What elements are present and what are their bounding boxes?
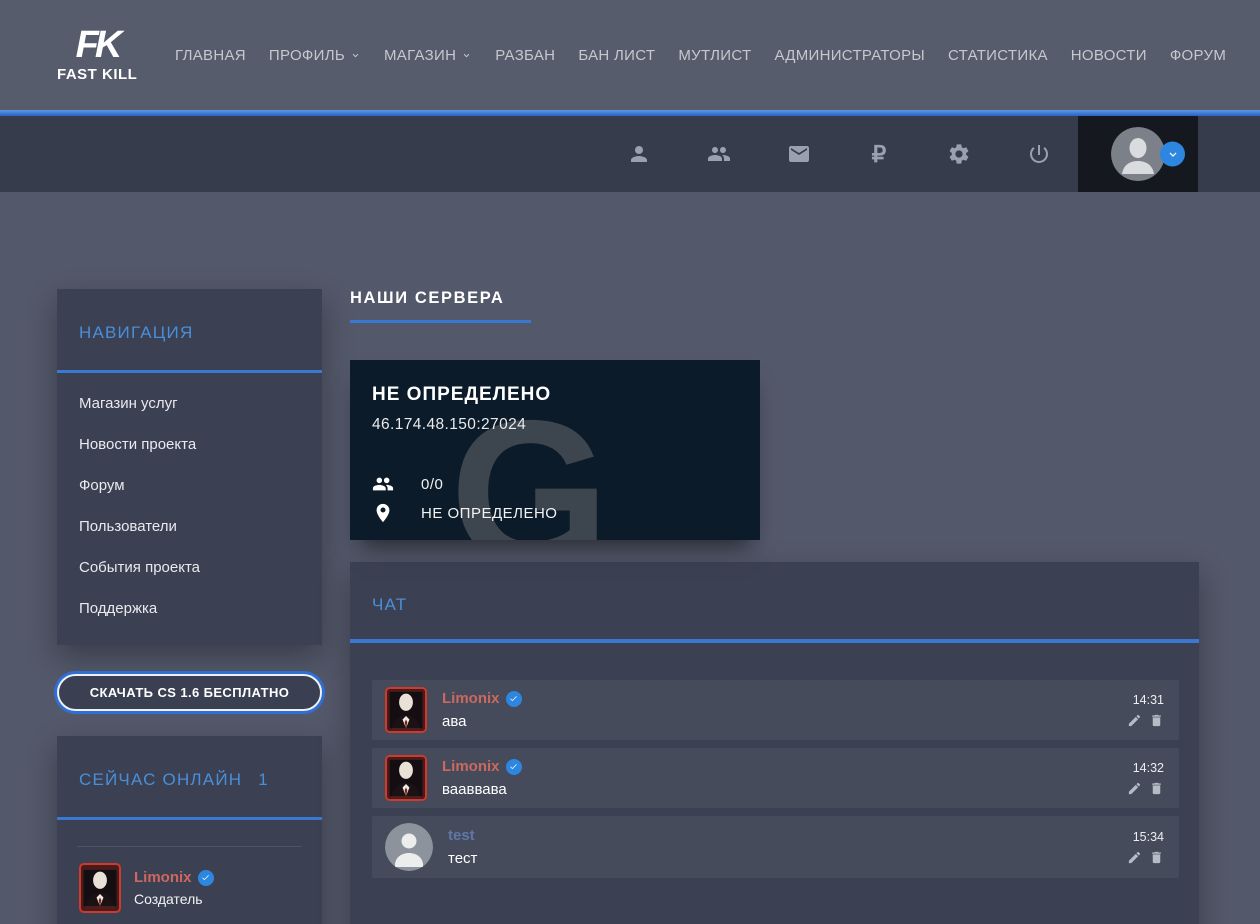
chat-title: ЧАТ: [372, 595, 1179, 615]
sidebar-item-forum[interactable]: Форум: [57, 465, 322, 506]
nav-item-forum[interactable]: ФОРУМ: [1170, 47, 1226, 64]
logo-title: FAST KILL: [57, 66, 137, 83]
message-author[interactable]: test: [448, 827, 475, 844]
map-pin-icon: [372, 502, 394, 524]
verified-badge-icon: [506, 691, 522, 707]
nav-item-unban[interactable]: РАЗБАН: [495, 47, 555, 64]
nav-item-mutelist[interactable]: МУТЛИСТ: [678, 47, 751, 64]
sidebar-item-support[interactable]: Поддержка: [57, 588, 322, 629]
chat-message-row: Limonix вааввава 14:32: [372, 748, 1179, 808]
verified-badge-icon: [506, 759, 522, 775]
main-column: НАШИ СЕРВЕРА G НЕ ОПРЕДЕЛЕНО 46.174.48.1…: [350, 289, 1199, 924]
message-author[interactable]: Limonix: [442, 758, 500, 775]
nav-item-home[interactable]: ГЛАВНАЯ: [175, 47, 246, 64]
players-group-icon: [372, 473, 394, 495]
sidebar-item-users[interactable]: Пользователи: [57, 506, 322, 547]
site-logo[interactable]: FK FAST KILL: [57, 27, 137, 82]
user-toolbar: ₽: [0, 116, 1260, 192]
online-count: 1: [258, 770, 269, 790]
message-time: 14:32: [1127, 761, 1164, 775]
navigation-panel-title: НАВИГАЦИЯ: [79, 323, 300, 343]
messages-icon[interactable]: [787, 142, 811, 166]
message-time: 14:31: [1127, 693, 1164, 707]
account-avatar-button[interactable]: [1078, 116, 1198, 192]
sidebar-item-shop[interactable]: Магазин услуг: [57, 383, 322, 424]
balance-ruble-icon[interactable]: ₽: [867, 142, 891, 166]
top-navigation-bar: FK FAST KILL ГЛАВНАЯ ПРОФИЛЬ МАГАЗИН РАЗ…: [0, 0, 1260, 110]
server-address: 46.174.48.150:27024: [372, 416, 738, 434]
chat-message-list: Limonix ава 14:31: [350, 643, 1199, 878]
settings-gear-icon[interactable]: [947, 142, 971, 166]
online-panel: СЕЙЧАС ОНЛАЙН 1 Limonix Создат: [57, 736, 322, 924]
chat-panel: ЧАТ Limonix ава 14:31: [350, 562, 1199, 924]
nav-item-shop[interactable]: МАГАЗИН: [384, 47, 472, 64]
profile-icon[interactable]: [627, 142, 651, 166]
user-avatar-limonix: [79, 863, 121, 913]
account-avatar: [1111, 127, 1165, 181]
message-author[interactable]: Limonix: [442, 690, 500, 707]
chat-message-row: test тест 15:34: [372, 816, 1179, 878]
online-user-role: Создатель: [134, 891, 214, 907]
logo-monogram: FK: [57, 27, 137, 63]
servers-section-title: НАШИ СЕРВЕРА: [350, 289, 1199, 308]
server-map: НЕ ОПРЕДЕЛЕНО: [421, 505, 557, 522]
message-text: тест: [448, 850, 1127, 867]
sidebar-nav-list: Магазин услуг Новости проекта Форум Поль…: [57, 373, 322, 645]
server-card[interactable]: G НЕ ОПРЕДЕЛЕНО 46.174.48.150:27024 0/0 …: [350, 360, 760, 540]
message-text: ава: [442, 713, 1127, 730]
user-toolbar-icons: ₽: [627, 142, 1051, 166]
server-name: НЕ ОПРЕДЕЛЕНО: [372, 384, 738, 406]
nav-item-news[interactable]: НОВОСТИ: [1071, 47, 1147, 64]
delete-message-icon[interactable]: [1149, 713, 1164, 728]
verified-badge-icon: [198, 870, 214, 886]
users-group-icon[interactable]: [707, 142, 731, 166]
delete-message-icon[interactable]: [1149, 781, 1164, 796]
message-avatar-limonix[interactable]: [385, 687, 427, 733]
panel-accent-rule: [57, 817, 322, 820]
sidebar-item-events[interactable]: События проекта: [57, 547, 322, 588]
servers-title-underline: [350, 320, 531, 323]
chevron-down-icon: [350, 50, 361, 61]
message-text: вааввава: [442, 781, 1127, 798]
chat-message-row: Limonix ава 14:31: [372, 680, 1179, 740]
edit-message-icon[interactable]: [1127, 850, 1142, 865]
account-dropdown-icon[interactable]: [1160, 142, 1185, 167]
sidebar-item-news[interactable]: Новости проекта: [57, 424, 322, 465]
delete-message-icon[interactable]: [1149, 850, 1164, 865]
nav-item-admins[interactable]: АДМИНИСТРАТОРЫ: [774, 47, 925, 64]
online-panel-title: СЕЙЧАС ОНЛАЙН: [79, 770, 242, 790]
sidebar: НАВИГАЦИЯ Магазин услуг Новости проекта …: [57, 289, 322, 924]
server-players: 0/0: [421, 476, 443, 493]
online-user-row[interactable]: Limonix Создатель: [57, 847, 322, 924]
chevron-down-icon: [461, 50, 472, 61]
message-avatar-limonix[interactable]: [385, 755, 427, 801]
download-cs-button[interactable]: СКАЧАТЬ CS 1.6 БЕСПЛАТНО: [57, 674, 322, 711]
logout-power-icon[interactable]: [1027, 142, 1051, 166]
main-menu: ГЛАВНАЯ ПРОФИЛЬ МАГАЗИН РАЗБАН БАН ЛИСТ …: [175, 47, 1226, 64]
navigation-panel: НАВИГАЦИЯ Магазин услуг Новости проекта …: [57, 289, 322, 645]
nav-item-statistics[interactable]: СТАТИСТИКА: [948, 47, 1048, 64]
edit-message-icon[interactable]: [1127, 713, 1142, 728]
edit-message-icon[interactable]: [1127, 781, 1142, 796]
message-time: 15:34: [1127, 830, 1164, 844]
nav-item-profile[interactable]: ПРОФИЛЬ: [269, 47, 361, 64]
server-stats: 0/0 НЕ ОПРЕДЕЛЕНО: [372, 466, 557, 524]
page-content: НАВИГАЦИЯ Магазин услуг Новости проекта …: [0, 192, 1260, 924]
nav-item-banlist[interactable]: БАН ЛИСТ: [578, 47, 655, 64]
online-user-name[interactable]: Limonix: [134, 869, 192, 886]
message-avatar-default[interactable]: [385, 823, 433, 871]
